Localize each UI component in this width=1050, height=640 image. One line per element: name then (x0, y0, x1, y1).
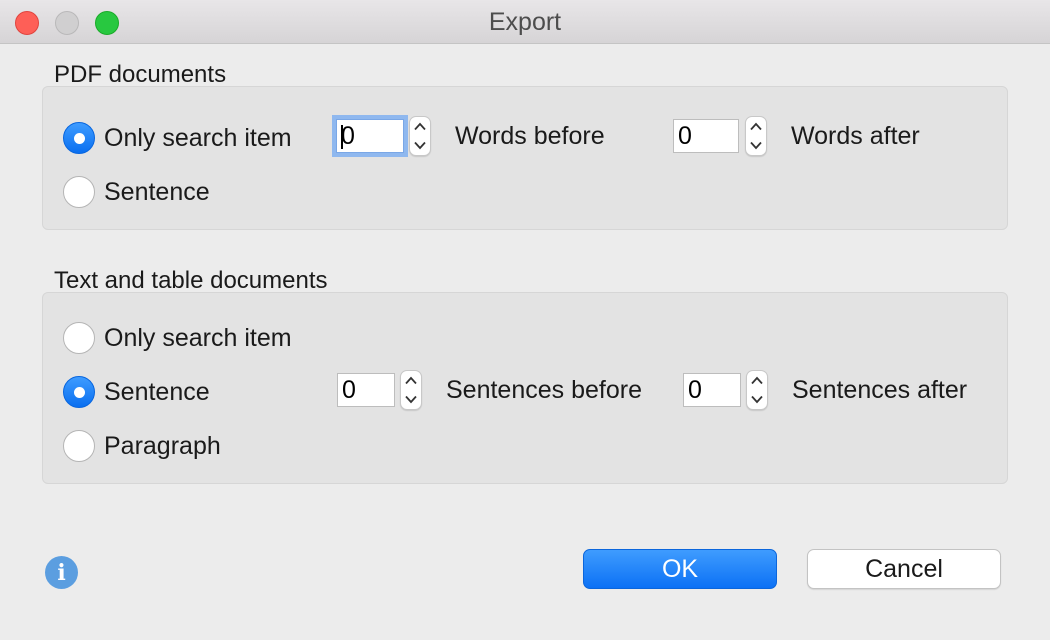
radio-circle (63, 430, 95, 462)
radio-circle (63, 376, 95, 408)
export-dialog: Export PDF documents Only search item Se… (0, 0, 1050, 640)
radio-circle (63, 122, 95, 154)
pdf-radio-sentence[interactable]: Sentence (63, 175, 210, 209)
title-bar: Export (0, 0, 1050, 44)
cancel-button[interactable]: Cancel (807, 549, 1001, 589)
info-icon[interactable]: i (45, 556, 78, 589)
words-before-input[interactable]: 0 (336, 119, 404, 153)
radio-label: Sentence (104, 377, 210, 406)
text-radio-only-search-item[interactable]: Only search item (63, 321, 292, 355)
radio-circle (63, 322, 95, 354)
words-before-label: Words before (455, 122, 605, 150)
text-radio-sentence[interactable]: Sentence (63, 375, 210, 409)
sentences-before-input[interactable]: 0 (337, 373, 395, 407)
words-after-stepper[interactable] (745, 116, 767, 156)
pdf-radio-only-search-item[interactable]: Only search item (63, 121, 292, 155)
text-radio-paragraph[interactable]: Paragraph (63, 429, 221, 463)
radio-label: Only search item (104, 323, 292, 352)
radio-label: Sentence (104, 177, 210, 206)
sentences-after-input[interactable]: 0 (683, 373, 741, 407)
words-after-label: Words after (791, 122, 920, 150)
window-title: Export (488, 8, 562, 36)
radio-circle (63, 176, 95, 208)
words-after-input[interactable]: 0 (673, 119, 739, 153)
text-group-label: Text and table documents (54, 267, 328, 294)
ok-button[interactable]: OK (583, 549, 777, 589)
sentences-before-stepper[interactable] (400, 370, 422, 410)
sentences-after-label: Sentences after (792, 376, 968, 404)
pdf-group-label: PDF documents (54, 61, 227, 88)
radio-label: Paragraph (104, 431, 221, 460)
sentences-after-stepper[interactable] (746, 370, 768, 410)
words-before-stepper[interactable] (409, 116, 431, 156)
sentences-before-label: Sentences before (446, 376, 642, 404)
radio-label: Only search item (104, 123, 292, 152)
